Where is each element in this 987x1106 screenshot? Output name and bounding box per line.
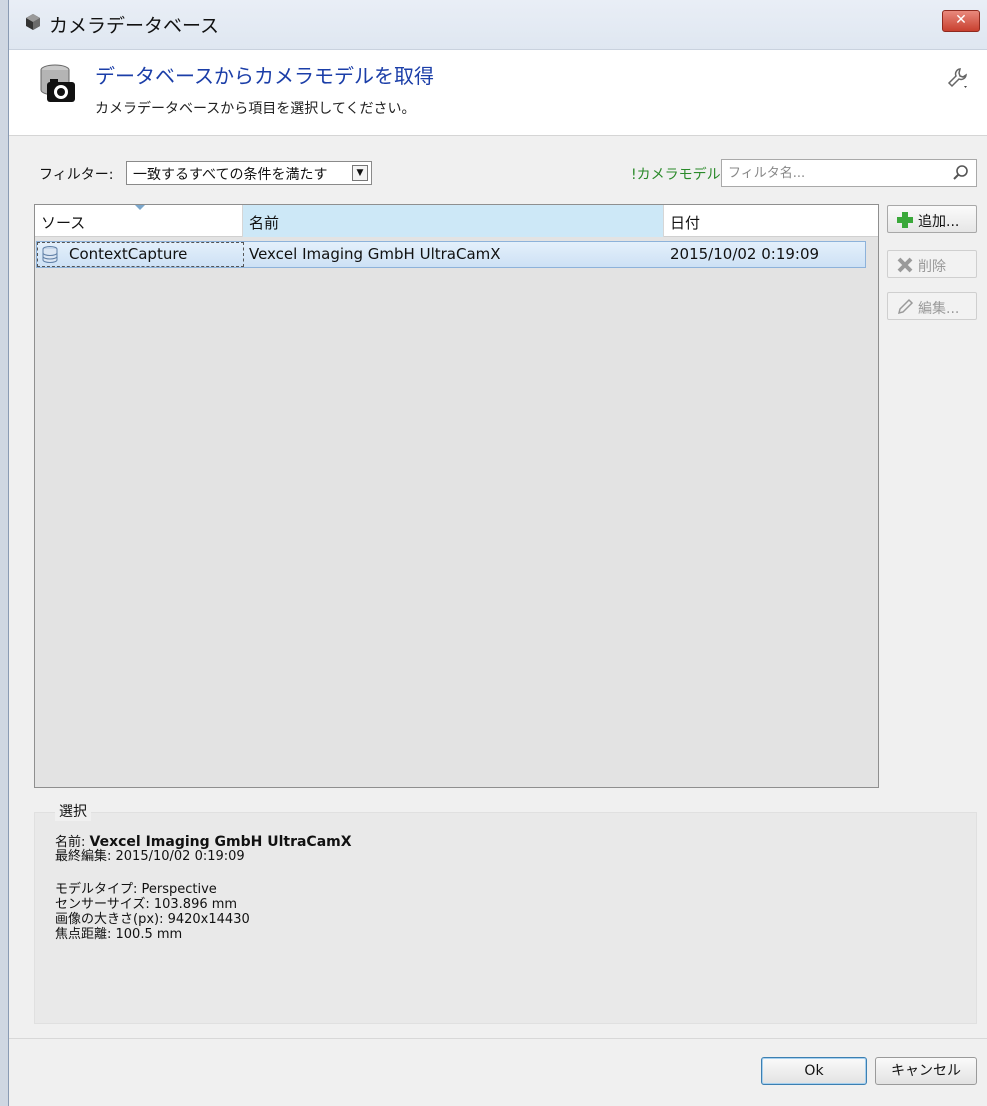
selection-panel: 選択 名前: Vexcel Imaging GmbH UltraCamX 最終編… bbox=[34, 801, 977, 1024]
cell-source: ContextCapture bbox=[69, 245, 188, 263]
close-icon[interactable]: ✕ bbox=[942, 10, 980, 32]
filter-select-value: 一致するすべての条件を満たす bbox=[133, 167, 328, 183]
search-input[interactable] bbox=[722, 160, 942, 186]
selection-model-type: モデルタイプ: Perspective bbox=[55, 882, 217, 897]
column-header-name[interactable]: 名前 bbox=[243, 205, 664, 237]
chevron-down-icon[interactable]: ▼ bbox=[352, 165, 368, 181]
filter-condition-select[interactable]: 一致するすべての条件を満たす ▼ bbox=[126, 161, 372, 185]
footer-divider bbox=[9, 1038, 987, 1039]
header-subtitle: カメラデータベースから項目を選択してください。 bbox=[95, 101, 416, 117]
camera-database-dialog: カメラデータベース ✕ データベースからカメラモデルを取得 カメラデータベースか… bbox=[8, 0, 987, 1106]
column-header-date[interactable]: 日付 bbox=[664, 205, 878, 237]
camera-model-filter-label[interactable]: !カメラモデル bbox=[631, 164, 721, 184]
delete-button[interactable]: 削除 bbox=[887, 250, 977, 278]
dialog-header: データベースからカメラモデルを取得 カメラデータベースから項目を選択してください… bbox=[9, 50, 987, 136]
filter-label: フィルター: bbox=[39, 167, 114, 183]
plus-icon bbox=[897, 212, 913, 228]
header-title: データベースからカメラモデルを取得 bbox=[95, 64, 434, 88]
selection-last-edit: 最終編集: 2015/10/02 0:19:09 bbox=[55, 849, 245, 864]
filter-row: フィルター: 一致するすべての条件を満たす ▼ !カメラモデル bbox=[9, 156, 987, 190]
selection-name: 名前: Vexcel Imaging GmbH UltraCamX bbox=[55, 834, 352, 850]
column-header-source[interactable]: ソース bbox=[35, 205, 243, 237]
window-title: カメラデータベース bbox=[49, 15, 220, 37]
pencil-icon bbox=[897, 298, 914, 315]
selection-sensor-size: センサーサイズ: 103.896 mm bbox=[55, 897, 238, 912]
cancel-button[interactable]: キャンセル bbox=[875, 1057, 977, 1085]
app-icon bbox=[26, 14, 40, 30]
camera-model-table[interactable]: ソース 名前 日付 ContextCapture Vexcel Imaging … bbox=[34, 204, 879, 788]
cell-date: 2015/10/02 0:19:09 bbox=[670, 245, 820, 263]
table-header: ソース 名前 日付 bbox=[35, 205, 878, 237]
title-bar[interactable]: カメラデータベース ✕ bbox=[9, 0, 987, 50]
selection-image-size: 画像の大きさ(px): 9420x14430 bbox=[55, 912, 250, 927]
selection-focal-length: 焦点距離: 100.5 mm bbox=[55, 927, 183, 942]
delete-x-icon bbox=[897, 257, 913, 273]
edit-button[interactable]: 編集... bbox=[887, 292, 977, 320]
sort-indicator-icon bbox=[135, 205, 145, 210]
table-row[interactable]: ContextCapture Vexcel Imaging GmbH Ultra… bbox=[36, 241, 866, 268]
camera-db-icon bbox=[40, 64, 75, 102]
wrench-icon[interactable] bbox=[945, 66, 969, 90]
selection-title: 選択 bbox=[55, 801, 91, 821]
search-box[interactable] bbox=[721, 159, 977, 187]
ok-button[interactable]: Ok bbox=[761, 1057, 867, 1085]
add-button[interactable]: 追加... bbox=[887, 205, 977, 233]
cell-name: Vexcel Imaging GmbH UltraCamX bbox=[249, 245, 501, 263]
search-icon[interactable] bbox=[952, 164, 970, 182]
